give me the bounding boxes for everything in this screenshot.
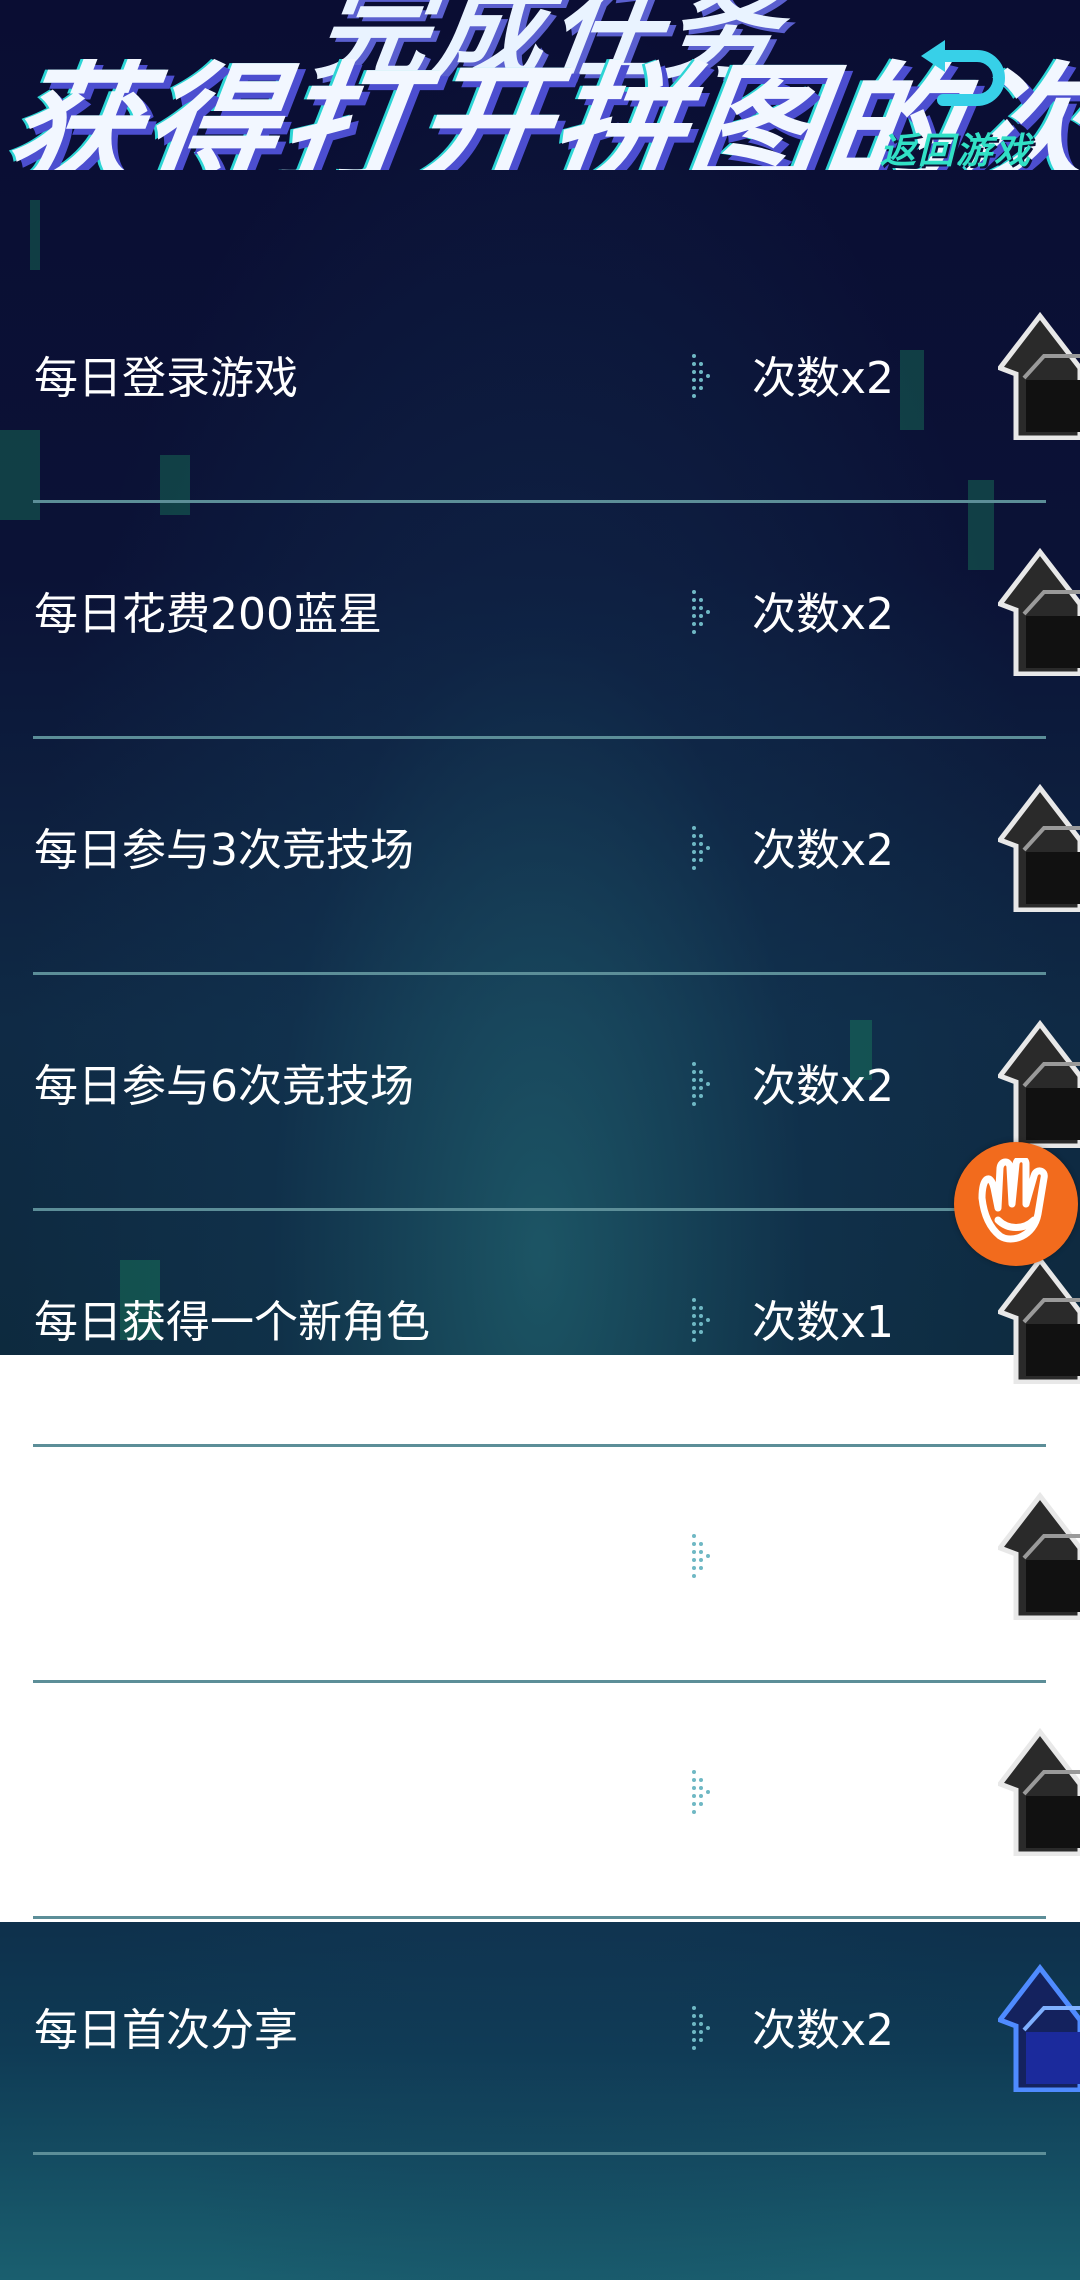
house-arrow-icon[interactable] xyxy=(998,1960,1080,2092)
dotted-arrow-icon xyxy=(692,826,710,870)
house-arrow-icon[interactable] xyxy=(998,1488,1080,1620)
task-row xyxy=(0,1446,1080,1683)
task-row: 每日花费200蓝星 次数x2 xyxy=(0,502,1080,739)
return-arrow-icon xyxy=(921,40,1005,106)
dotted-arrow-icon xyxy=(692,590,710,634)
house-arrow-icon[interactable] xyxy=(998,780,1080,912)
house-arrow-icon[interactable] xyxy=(998,544,1080,676)
house-arrow-icon[interactable] xyxy=(998,1252,1080,1384)
task-label: 每日参与3次竞技场 xyxy=(34,825,414,876)
task-row: 每日登录游戏 次数x2 xyxy=(0,266,1080,503)
task-reward: 次数x2 xyxy=(752,589,895,640)
task-reward: 次数x1 xyxy=(752,1297,895,1348)
task-row: 每日参与6次竞技场 次数x2 xyxy=(0,974,1080,1211)
row-divider xyxy=(33,2152,1046,2155)
task-row: 每日获得一个新角色 次数x1 xyxy=(0,1210,1080,1447)
floating-assistant-button[interactable] xyxy=(954,1142,1078,1266)
task-label: 每日登录游戏 xyxy=(34,353,298,404)
house-arrow-icon[interactable] xyxy=(998,1016,1080,1148)
hand-eye-icon xyxy=(978,1158,1048,1243)
dotted-arrow-icon xyxy=(692,1062,710,1106)
task-label: 每日获得一个新角色 xyxy=(34,1297,430,1348)
task-row xyxy=(0,1682,1080,1919)
house-arrow-icon[interactable] xyxy=(998,308,1080,440)
task-row: 每日参与3次竞技场 次数x2 xyxy=(0,738,1080,975)
back-to-game-label: 返回游戏 xyxy=(880,131,1033,172)
task-reward: 次数x2 xyxy=(752,825,895,876)
task-label: 每日首次分享 xyxy=(34,2005,298,2056)
task-reward: 次数x2 xyxy=(752,1061,895,1112)
house-arrow-icon[interactable] xyxy=(998,1724,1080,1856)
task-label: 每日参与6次竞技场 xyxy=(34,1061,414,1112)
dotted-arrow-icon xyxy=(692,2006,710,2050)
task-reward: 次数x2 xyxy=(752,2005,895,2056)
task-label: 每日花费200蓝星 xyxy=(34,589,382,640)
dotted-arrow-icon xyxy=(692,1534,710,1578)
dotted-arrow-icon xyxy=(692,1298,710,1342)
dotted-arrow-icon xyxy=(692,1770,710,1814)
back-to-game-button[interactable]: 返回游戏 xyxy=(860,38,1050,172)
dotted-arrow-icon xyxy=(692,354,710,398)
task-reward: 次数x2 xyxy=(752,353,895,404)
task-row: 每日首次分享 次数x2 xyxy=(0,1918,1080,2155)
